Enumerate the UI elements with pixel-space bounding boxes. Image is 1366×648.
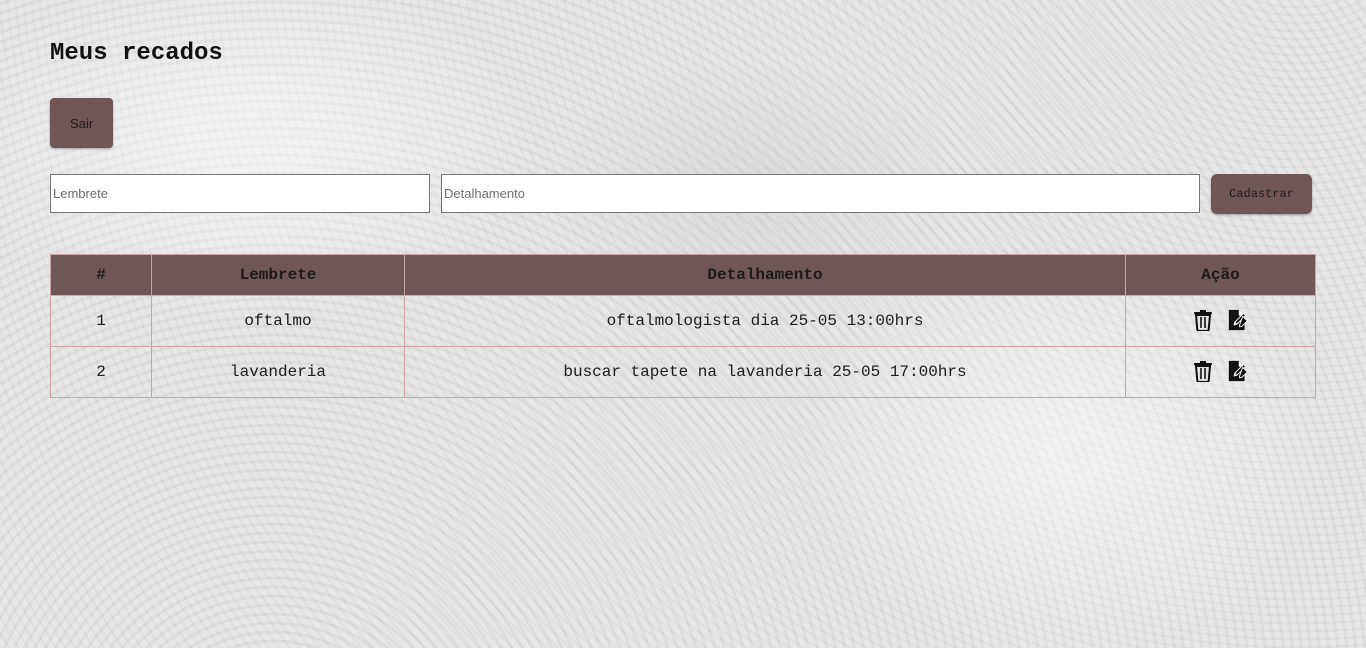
trash-icon[interactable] [1191, 358, 1215, 384]
row-lembrete: lavanderia [151, 346, 405, 398]
column-header-number: # [50, 254, 152, 296]
table-row: 1 oftalmo oftalmologista dia 25-05 13:00… [50, 295, 1316, 347]
column-header-detalhamento: Detalhamento [404, 254, 1126, 296]
page-title: Meus recados [50, 40, 223, 67]
row-detalhamento: oftalmologista dia 25-05 13:00hrs [404, 295, 1126, 347]
table-header-row: # Lembrete Detalhamento Ação [50, 254, 1316, 296]
column-header-acao: Ação [1125, 254, 1316, 296]
column-header-lembrete: Lembrete [151, 254, 405, 296]
table-row: 2 lavanderia buscar tapete na lavanderia… [50, 346, 1316, 398]
register-button[interactable]: Cadastrar [1211, 174, 1312, 214]
edit-document-icon[interactable] [1227, 358, 1251, 384]
row-lembrete: oftalmo [151, 295, 405, 347]
lembrete-input[interactable] [50, 174, 430, 213]
edit-document-icon[interactable] [1227, 307, 1251, 333]
row-detalhamento: buscar tapete na lavanderia 25-05 17:00h… [404, 346, 1126, 398]
row-actions [1125, 295, 1316, 347]
logout-button[interactable]: Sair [50, 98, 113, 148]
row-number: 2 [50, 346, 152, 398]
row-number: 1 [50, 295, 152, 347]
row-actions [1125, 346, 1316, 398]
notes-table: # Lembrete Detalhamento Ação 1 oftalmo o… [50, 254, 1316, 398]
detalhamento-input[interactable] [441, 174, 1200, 213]
trash-icon[interactable] [1191, 307, 1215, 333]
